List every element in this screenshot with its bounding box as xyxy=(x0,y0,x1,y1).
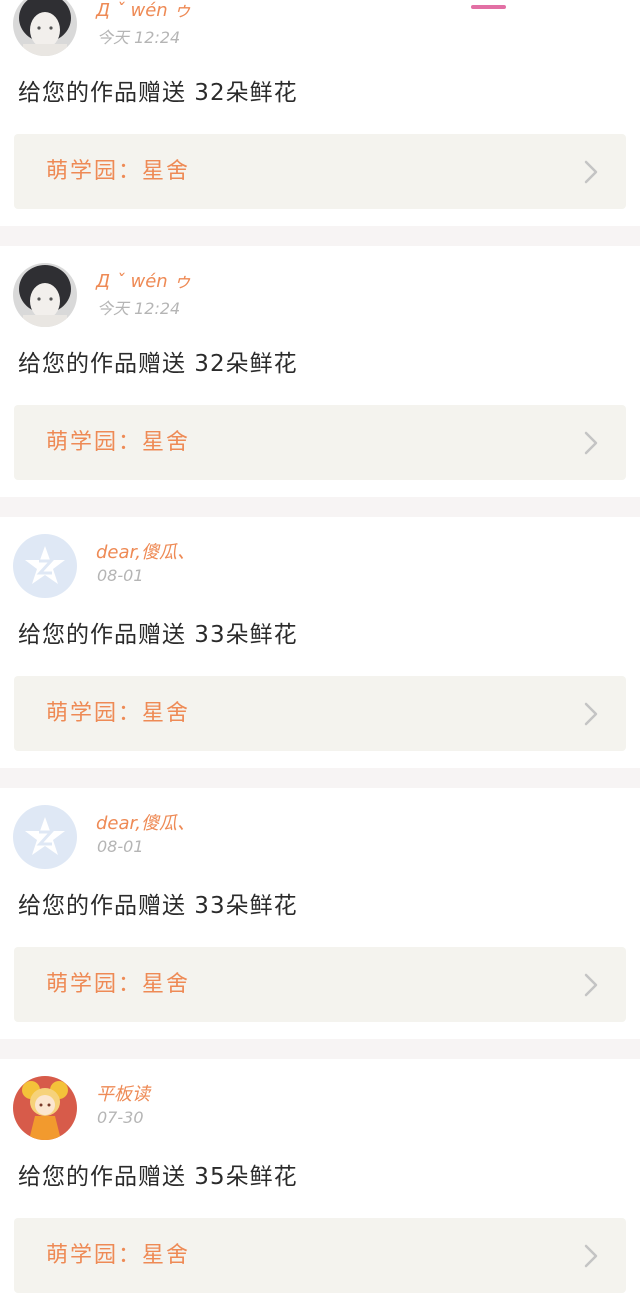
notification-time: 08-01 xyxy=(97,837,144,856)
chevron-right-icon xyxy=(584,973,598,997)
notification-time: 今天 12:24 xyxy=(97,299,181,318)
notification-time: 今天 12:24 xyxy=(97,28,181,47)
gift-message: 给您的作品赠送 33朵鲜花 xyxy=(18,893,298,919)
notification-card: Д ˇ wén ゥ今天 12:24 给您的作品赠送 32朵鲜花萌学园：星舍 xyxy=(0,0,640,226)
gift-message: 给您的作品赠送 35朵鲜花 xyxy=(18,1164,298,1190)
work-link[interactable]: 萌学园：星舍 xyxy=(14,947,626,1022)
notification-time: 07-30 xyxy=(97,1108,144,1127)
gift-message: 给您的作品赠送 32朵鲜花 xyxy=(18,351,298,377)
chevron-right-icon xyxy=(584,160,598,184)
notification-card: dear,傻瓜、 08-01 给您的作品赠送 33朵鲜花萌学园：星舍 xyxy=(0,517,640,768)
work-link[interactable]: 萌学园：星舍 xyxy=(14,405,626,480)
active-tab-indicator xyxy=(471,5,506,9)
chevron-right-icon xyxy=(584,702,598,726)
work-link[interactable]: 萌学园：星舍 xyxy=(14,676,626,751)
user-name[interactable]: Д ˇ wén ゥ xyxy=(96,267,191,293)
user-avatar[interactable] xyxy=(13,805,77,869)
gift-message: 给您的作品赠送 33朵鲜花 xyxy=(18,622,298,648)
work-title: 萌学园：星舍 xyxy=(46,1243,191,1268)
user-avatar[interactable] xyxy=(13,0,77,56)
chevron-right-icon xyxy=(584,1244,598,1268)
user-avatar[interactable] xyxy=(13,1076,77,1140)
notification-card: 平板读 07-30 给您的作品赠送 35朵鲜花萌学园：星舍 xyxy=(0,1059,640,1310)
work-link[interactable]: 萌学园：星舍 xyxy=(14,134,626,209)
user-avatar[interactable] xyxy=(13,263,77,327)
user-name[interactable]: Д ˇ wén ゥ xyxy=(96,0,191,22)
notification-time: 08-01 xyxy=(97,566,144,585)
notification-card: dear,傻瓜、 08-01 给您的作品赠送 33朵鲜花萌学园：星舍 xyxy=(0,788,640,1039)
work-title: 萌学园：星舍 xyxy=(46,701,191,726)
user-avatar[interactable] xyxy=(13,534,77,598)
work-title: 萌学园：星舍 xyxy=(46,430,191,455)
notification-card: Д ˇ wén ゥ今天 12:24 给您的作品赠送 32朵鲜花萌学园：星舍 xyxy=(0,246,640,497)
chevron-right-icon xyxy=(584,431,598,455)
user-name[interactable]: 平板读 xyxy=(96,1080,150,1106)
work-title: 萌学园：星舍 xyxy=(46,972,191,997)
user-name[interactable]: dear,傻瓜、 xyxy=(96,809,195,835)
work-title: 萌学园：星舍 xyxy=(46,159,191,184)
work-link[interactable]: 萌学园：星舍 xyxy=(14,1218,626,1293)
gift-message: 给您的作品赠送 32朵鲜花 xyxy=(18,80,298,106)
user-name[interactable]: dear,傻瓜、 xyxy=(96,538,195,564)
